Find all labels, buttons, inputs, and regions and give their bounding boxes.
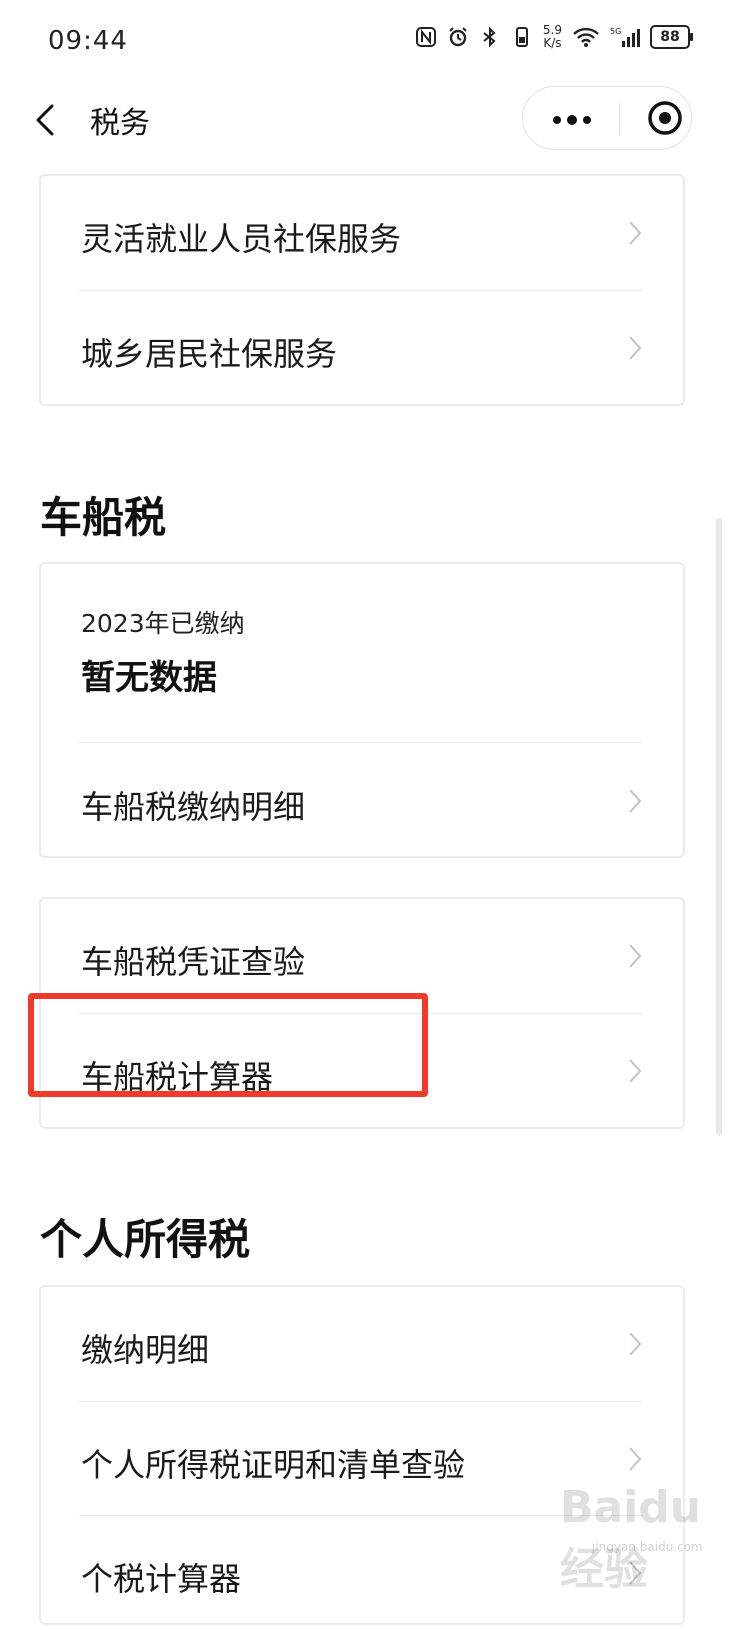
network-speed: 5.9 K/s — [543, 24, 562, 50]
chevron-right-icon — [629, 336, 642, 360]
item-label: 缴纳明细 — [81, 1331, 210, 1369]
chevron-right-icon — [629, 1447, 642, 1471]
target-close-icon[interactable] — [647, 100, 683, 136]
vibrate-icon — [515, 27, 528, 47]
chevron-right-icon — [629, 221, 642, 245]
paid-value: 暂无数据 — [81, 658, 217, 698]
divider — [79, 742, 643, 743]
item-label: 车船税凭证查验 — [81, 943, 306, 981]
page-title: 税务 — [90, 106, 150, 141]
item-label: 个税计算器 — [81, 1560, 242, 1598]
list-item-payment-detail[interactable]: 缴纳明细 — [81, 1287, 643, 1401]
list-item-income-certificate[interactable]: 个人所得税证明和清单查验 — [81, 1402, 643, 1516]
status-bar: 09:44 5.9 K/s 5G 88 — [0, 0, 738, 82]
item-label: 灵活就业人员社保服务 — [81, 220, 402, 258]
watermark-url: jingyan.baidu.com — [592, 1540, 703, 1554]
chevron-left-icon[interactable] — [28, 100, 68, 140]
list-item-vehicle-tax-detail[interactable]: 车船税缴纳明细 — [81, 744, 643, 858]
list-item[interactable]: 灵活就业人员社保服务 — [81, 176, 643, 290]
wifi-icon — [573, 27, 599, 47]
list-item[interactable]: 城乡居民社保服务 — [81, 291, 643, 405]
chevron-right-icon — [629, 1332, 642, 1356]
speed-unit: K/s — [543, 36, 562, 50]
chevron-right-icon — [629, 1059, 642, 1083]
scrollbar[interactable] — [716, 518, 722, 1136]
section-title-vehicle-tax: 车船税 — [40, 493, 167, 542]
nfc-icon — [415, 27, 436, 47]
signal-5g-icon: 5G — [610, 27, 640, 47]
chevron-right-icon — [629, 944, 642, 968]
bluetooth-icon — [483, 26, 496, 48]
paid-label: 2023年已缴纳 — [81, 609, 245, 638]
vehicle-tax-summary-card: 2023年已缴纳 暂无数据 车船税缴纳明细 — [39, 562, 685, 858]
chevron-right-icon — [629, 789, 642, 813]
capsule-divider — [619, 103, 620, 135]
item-label: 个人所得税证明和清单查验 — [81, 1446, 466, 1484]
alarm-icon — [449, 27, 467, 47]
battery-icon: 88 — [650, 25, 693, 49]
list-item-income-tax-calculator[interactable]: 个税计算器 — [81, 1516, 643, 1630]
svg-text:5G: 5G — [610, 27, 621, 36]
status-time: 09:44 — [48, 26, 128, 56]
social-security-card: 灵活就业人员社保服务 城乡居民社保服务 — [39, 174, 685, 406]
section-title-income-tax: 个人所得税 — [40, 1215, 251, 1264]
highlight-box — [28, 993, 428, 1097]
item-label: 城乡居民社保服务 — [81, 335, 338, 373]
item-label: 车船税缴纳明细 — [81, 788, 306, 826]
more-dots-icon[interactable] — [523, 87, 619, 149]
status-icons: 5.9 K/s 5G 88 — [415, 24, 693, 50]
nav-bar: 税务 — [0, 82, 738, 156]
mini-program-capsule — [522, 86, 692, 150]
